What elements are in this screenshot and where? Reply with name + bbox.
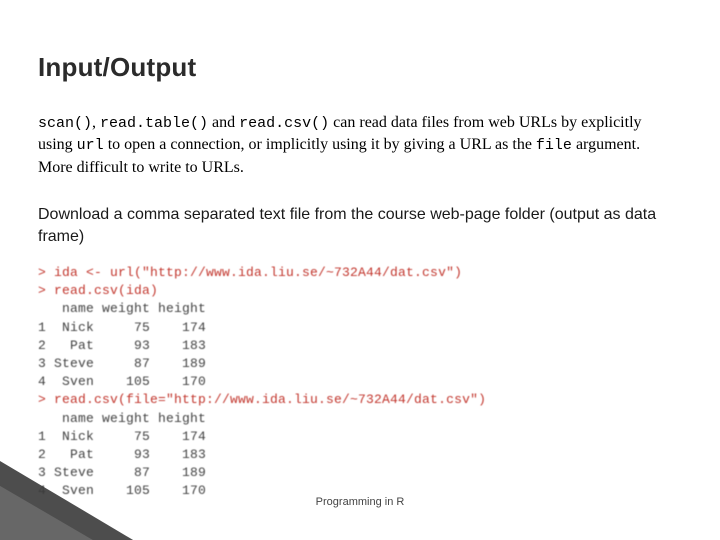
code-scan: scan() (38, 115, 92, 132)
console-line: 3 Steve 87 189 (38, 356, 206, 371)
text: to open a connection, or implicitly usin… (104, 136, 536, 153)
slide-title: Input/Output (38, 52, 196, 83)
corner-decoration (0, 480, 110, 540)
console-line: 1 Nick 75 174 (38, 320, 206, 335)
paragraph-2: Download a comma separated text file fro… (38, 204, 678, 247)
console-line: 1 Nick 75 174 (38, 429, 206, 444)
paragraph-1: scan(), read.table() and read.csv() can … (38, 112, 678, 178)
slide: Input/Output scan(), read.table() and re… (0, 0, 720, 540)
console-line: name weight height (38, 411, 206, 426)
text: , (92, 114, 100, 131)
code-url: url (77, 137, 104, 154)
code-file: file (536, 137, 572, 154)
code-read-table: read.table() (100, 115, 208, 132)
console-line: > read.csv(ida) (38, 283, 158, 298)
console-line: 2 Pat 93 183 (38, 338, 206, 353)
code-read-csv: read.csv() (239, 115, 329, 132)
text: and (208, 114, 239, 131)
console-line: name weight height (38, 301, 206, 316)
console-line: 4 Sven 105 170 (38, 374, 206, 389)
console-line: > ida <- url("http://www.ida.liu.se/~732… (38, 265, 462, 280)
console-line: > read.csv(file="http://www.ida.liu.se/~… (38, 392, 486, 407)
